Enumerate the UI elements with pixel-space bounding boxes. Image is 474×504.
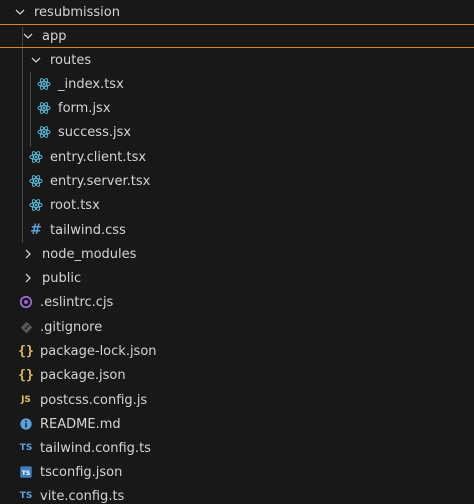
folder-label: resubmission <box>34 4 120 20</box>
file-label: root.tsx <box>50 197 100 213</box>
folder-label: routes <box>50 52 92 68</box>
file-label: .gitignore <box>40 319 103 335</box>
chevron-down-icon <box>12 4 28 20</box>
file-row-eslintrc[interactable]: .eslintrc.cjs <box>0 290 474 314</box>
file-row-success-jsx[interactable]: success.jsx <box>0 120 474 144</box>
chevron-right-icon <box>20 270 36 286</box>
chevron-down-icon <box>20 28 36 44</box>
folder-row-node-modules[interactable]: node_modules <box>0 242 474 266</box>
react-icon <box>36 76 52 92</box>
json-braces-icon: {} <box>18 367 34 383</box>
file-row-vite-config[interactable]: TS vite.config.ts <box>0 484 474 504</box>
file-row-package-json[interactable]: {} package.json <box>0 363 474 387</box>
file-row-root-tsx[interactable]: root.tsx <box>0 193 474 217</box>
file-row-form-jsx[interactable]: form.jsx <box>0 96 474 120</box>
file-row-gitignore[interactable]: .gitignore <box>0 315 474 339</box>
file-row-entry-server[interactable]: entry.server.tsx <box>0 169 474 193</box>
file-label: tailwind.config.ts <box>40 440 151 456</box>
ts-icon: TS <box>19 491 33 501</box>
file-row-tailwind-config[interactable]: TS tailwind.config.ts <box>0 436 474 460</box>
folder-row-resubmission[interactable]: resubmission <box>0 0 474 24</box>
chevron-right-icon <box>20 246 36 262</box>
folder-label: public <box>42 270 82 286</box>
git-icon <box>18 319 34 335</box>
file-row-entry-client[interactable]: entry.client.tsx <box>0 145 474 169</box>
file-label: form.jsx <box>58 100 111 116</box>
react-icon <box>28 149 44 165</box>
file-row-tsconfig[interactable]: TS tsconfig.json <box>0 460 474 484</box>
file-label: package-lock.json <box>40 343 157 359</box>
file-row-postcss[interactable]: JS postcss.config.js <box>0 388 474 412</box>
eslint-icon <box>18 294 34 310</box>
file-label: .eslintrc.cjs <box>40 294 114 310</box>
file-label: _index.tsx <box>58 76 124 92</box>
folder-row-routes[interactable]: routes <box>0 48 474 72</box>
file-label: entry.server.tsx <box>50 173 151 189</box>
file-label: README.md <box>40 416 121 432</box>
folder-label: node_modules <box>42 246 137 262</box>
json-braces-icon: {} <box>18 343 34 359</box>
tsconfig-icon: TS <box>18 464 34 480</box>
file-row-package-lock[interactable]: {} package-lock.json <box>0 339 474 363</box>
svg-text:TS: TS <box>22 470 31 477</box>
folder-label: app <box>42 28 67 44</box>
file-row-tailwind-css[interactable]: # tailwind.css <box>0 218 474 242</box>
js-icon: JS <box>21 395 31 405</box>
file-label: success.jsx <box>58 124 132 140</box>
file-row-index-tsx[interactable]: _index.tsx <box>0 72 474 96</box>
ts-icon: TS <box>19 443 33 453</box>
react-icon <box>36 124 52 140</box>
react-icon <box>36 100 52 116</box>
file-explorer: resubmission app routes _index.tsx form.… <box>0 0 474 504</box>
file-label: postcss.config.js <box>40 392 148 408</box>
chevron-down-icon <box>28 52 44 68</box>
file-label: tsconfig.json <box>40 464 123 480</box>
info-icon <box>18 416 34 432</box>
react-icon <box>28 173 44 189</box>
file-row-readme[interactable]: README.md <box>0 412 474 436</box>
file-label: package.json <box>40 367 126 383</box>
react-icon <box>28 197 44 213</box>
file-label: vite.config.ts <box>40 488 125 504</box>
file-label: tailwind.css <box>50 222 126 238</box>
file-label: entry.client.tsx <box>50 149 147 165</box>
folder-row-public[interactable]: public <box>0 266 474 290</box>
hash-icon: # <box>30 222 42 238</box>
folder-row-app[interactable]: app <box>0 24 474 48</box>
